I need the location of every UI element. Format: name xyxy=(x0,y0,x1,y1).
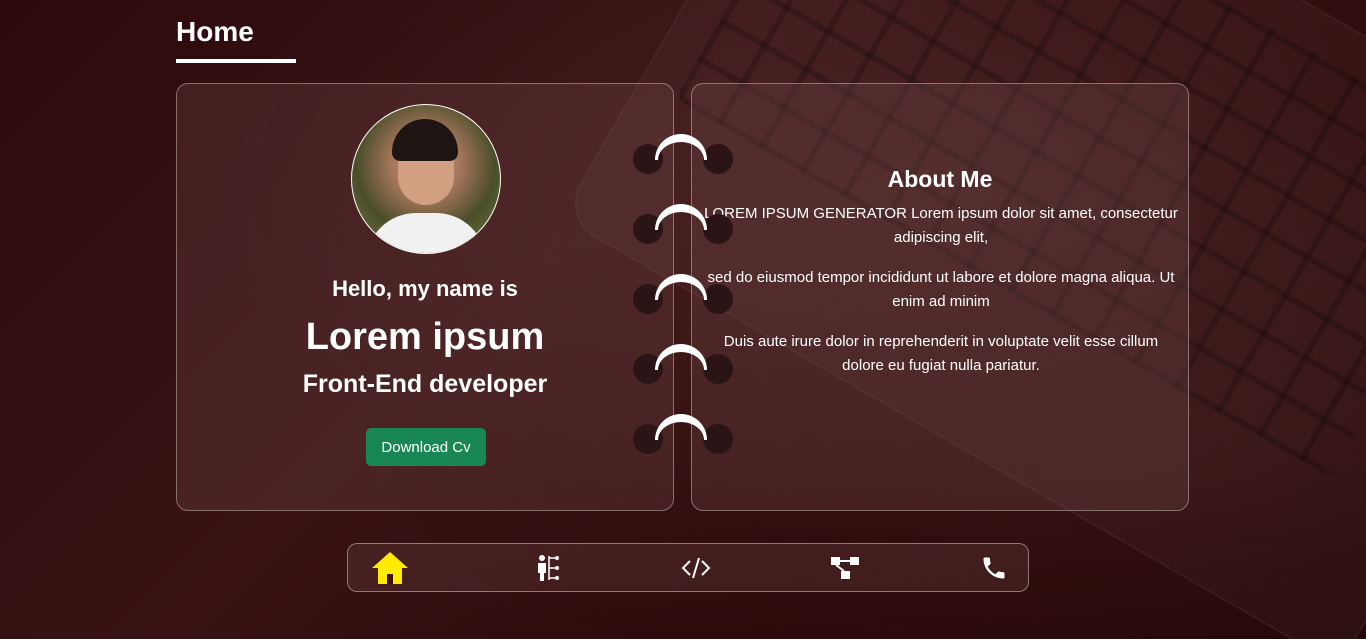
ring-hole xyxy=(703,144,733,174)
about-paragraph: Duis aute irure dolor in reprehenderit i… xyxy=(723,333,1159,374)
home-icon xyxy=(372,552,408,584)
binder-ring xyxy=(633,414,733,454)
workflow-icon xyxy=(831,557,859,579)
about-paragraph: sed do eiusmod tempor incididunt ut labo… xyxy=(707,269,1175,310)
download-cv-button[interactable]: Download Cv xyxy=(366,428,486,466)
nav-skills[interactable] xyxy=(825,550,865,586)
avatar xyxy=(351,104,501,254)
code-icon xyxy=(681,557,711,579)
org-chart-icon xyxy=(538,555,559,581)
binder-ring xyxy=(633,134,733,174)
ring-arc xyxy=(655,414,707,440)
greeting-text: Hello, my name is xyxy=(332,276,518,301)
binder-ring xyxy=(633,344,733,384)
ring-hole xyxy=(703,354,733,384)
nav-home[interactable] xyxy=(370,550,410,586)
title-underline xyxy=(176,59,296,63)
bottom-nav xyxy=(347,543,1029,592)
profile-card: Hello, my name is Lorem ipsum Front-End … xyxy=(176,83,674,511)
ring-hole xyxy=(703,284,733,314)
about-title: About Me xyxy=(887,166,993,192)
binder-ring xyxy=(633,204,733,244)
about-paragraph: LOREM IPSUM GENERATOR Lorem ipsum dolor … xyxy=(704,205,1178,246)
phone-icon xyxy=(983,557,1005,579)
about-card: About Me LOREM IPSUM GENERATOR Lorem ips… xyxy=(691,83,1189,511)
ring-arc xyxy=(655,344,707,370)
binder-ring xyxy=(633,274,733,314)
ring-arc xyxy=(655,274,707,300)
ring-hole xyxy=(703,424,733,454)
avatar-shirt xyxy=(366,213,486,253)
avatar-hair xyxy=(392,119,458,161)
ring-hole xyxy=(703,214,733,244)
ring-arc xyxy=(655,204,707,230)
ring-arc xyxy=(655,134,707,160)
nav-contact[interactable] xyxy=(974,550,1014,586)
profile-role: Front-End developer xyxy=(302,370,548,398)
profile-name: Lorem ipsum xyxy=(305,316,545,358)
nav-experience[interactable] xyxy=(527,550,567,586)
nav-projects[interactable] xyxy=(676,550,716,586)
page-title: Home xyxy=(176,16,254,47)
